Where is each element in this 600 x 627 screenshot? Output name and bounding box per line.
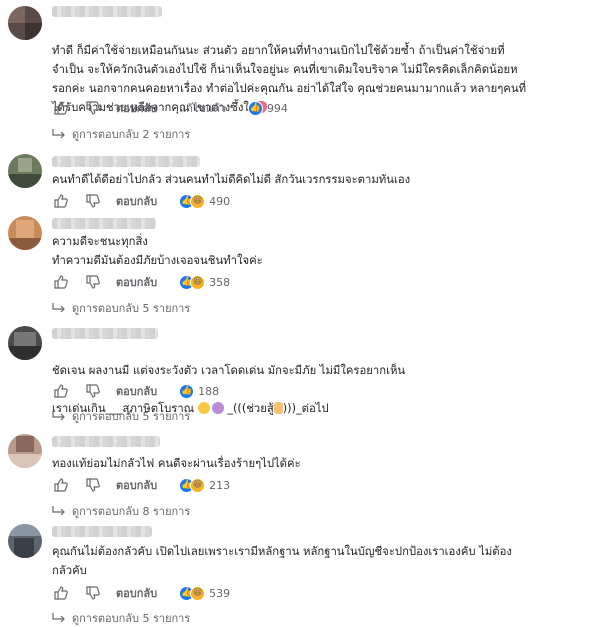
avatar[interactable]	[8, 326, 42, 360]
comment-text: ความดีจะชนะทุกสิ่ง ทำความดีมันต้องมีภัยบ…	[52, 235, 263, 267]
reply-button[interactable]: ตอบกลับ	[116, 382, 157, 400]
blurred-author-name[interactable]	[52, 6, 162, 17]
reaction-summary[interactable]: 👍 😆 358	[179, 274, 231, 290]
reply-arrow-icon	[52, 129, 65, 139]
heart-eyes-emoji-icon	[211, 402, 224, 414]
reply-arrow-icon	[52, 506, 65, 516]
comment-5: ทองแท้ย่อมไม่กลัวไฟ คนดีจะผ่านเรื่องร้าย…	[0, 430, 600, 520]
reply-button[interactable]: ตอบกลับ	[116, 99, 157, 117]
haha-reaction-icon: 😆	[190, 585, 206, 601]
dislike-thumb-icon[interactable]	[84, 382, 102, 400]
victory-hand-emoji-icon	[273, 402, 283, 414]
reaction-summary[interactable]: 👍 😆 490	[179, 193, 231, 209]
comment-text: ทองแท้ย่อมไม่กลัวไฟ คนดีจะผ่านเรื่องร้าย…	[52, 457, 301, 470]
reply-button[interactable]: ตอบกลับ	[116, 584, 157, 602]
view-replies-link[interactable]: ดูการตอบกลับ 5 รายการ	[52, 609, 190, 627]
like-reaction-icon: 👍	[179, 383, 195, 399]
like-thumb-icon[interactable]	[52, 99, 70, 117]
reaction-summary[interactable]: 👍 188	[179, 383, 220, 399]
haha-reaction-icon: 😆	[190, 193, 206, 209]
reaction-summary[interactable]: 👍 😆 539	[179, 585, 231, 601]
dislike-thumb-icon[interactable]	[84, 476, 102, 494]
reply-button[interactable]: ตอบกลับ	[116, 476, 157, 494]
grin-emoji-icon	[197, 402, 210, 414]
comment-actions: ตอบกลับ 👍 188	[52, 382, 219, 400]
reply-arrow-icon	[52, 303, 65, 313]
comment-actions: ตอบกลับ 👍 😆 490	[52, 192, 230, 210]
view-replies-link[interactable]: ดูการตอบกลับ 2 รายการ	[52, 125, 190, 143]
blurred-author-name[interactable]	[52, 218, 156, 229]
reply-button[interactable]: ตอบกลับ	[116, 273, 157, 291]
blurred-author-name[interactable]	[52, 328, 158, 339]
reply-arrow-icon	[52, 411, 65, 421]
comment-actions: ตอบกลับ 👍 😆 539	[52, 584, 230, 602]
comment-actions: ตอบกลับ แก้ไขแล้ว 👍 994	[52, 99, 288, 117]
dislike-thumb-icon[interactable]	[84, 99, 102, 117]
avatar[interactable]	[8, 154, 42, 188]
like-reaction-icon: 👍	[247, 100, 263, 116]
haha-reaction-icon: 😆	[190, 274, 206, 290]
view-replies-link[interactable]: ดูการตอบกลับ 5 รายการ	[52, 407, 190, 425]
avatar[interactable]	[8, 434, 42, 468]
reaction-summary[interactable]: 👍 994	[247, 100, 288, 116]
edited-label: แก้ไขแล้ว	[179, 102, 226, 115]
reaction-count: 490	[209, 194, 231, 208]
blurred-author-name[interactable]	[52, 436, 160, 447]
comment-actions: ตอบกลับ 👍 😆 213	[52, 476, 230, 494]
comment-6: คุณกันไม่ต้องกลัวคับ เปิดไปเลยเพราะเรามี…	[0, 520, 600, 626]
dislike-thumb-icon[interactable]	[84, 584, 102, 602]
reaction-count: 539	[209, 586, 231, 600]
view-replies-link[interactable]: ดูการตอบกลับ 8 รายการ	[52, 502, 190, 520]
reply-arrow-icon	[52, 613, 65, 623]
like-thumb-icon[interactable]	[52, 476, 70, 494]
blurred-author-name[interactable]	[52, 526, 152, 537]
dislike-thumb-icon[interactable]	[84, 192, 102, 210]
reaction-summary[interactable]: 👍 😆 213	[179, 477, 231, 493]
avatar[interactable]	[8, 6, 42, 40]
like-thumb-icon[interactable]	[52, 273, 70, 291]
reply-button[interactable]: ตอบกลับ	[116, 192, 157, 210]
haha-reaction-icon: 😆	[190, 477, 206, 493]
like-thumb-icon[interactable]	[52, 584, 70, 602]
comment-actions: ตอบกลับ 👍 😆 358	[52, 273, 230, 291]
comment-text: คนทำดีได้ดีอย่าไปกลัว ส่วนคนทำไม่ดีคิดไม…	[52, 173, 411, 186]
like-thumb-icon[interactable]	[52, 382, 70, 400]
view-replies-link[interactable]: ดูการตอบกลับ 5 รายการ	[52, 299, 190, 317]
comment-1: ทำดี ก็มีค่าใช้จ่ายเหมือนกันนะ ส่วนตัว อ…	[0, 0, 600, 150]
reaction-count: 188	[198, 384, 220, 398]
dislike-thumb-icon[interactable]	[84, 273, 102, 291]
comment-2: คนทำดีได้ดีอย่าไปกลัว ส่วนคนทำไม่ดีคิดไม…	[0, 150, 600, 212]
reaction-count: 213	[209, 478, 231, 492]
comment-text: คุณกันไม่ต้องกลัวคับ เปิดไปเลยเพราะเรามี…	[52, 545, 512, 577]
avatar[interactable]	[8, 524, 42, 558]
reaction-count: 358	[209, 275, 231, 289]
reaction-count: 994	[266, 101, 288, 115]
avatar[interactable]	[8, 216, 42, 250]
comment-4: ชัดเจน ผลงานมี แต่จงระวังตัว เวลาโดดเด่น…	[0, 322, 600, 430]
blurred-author-name[interactable]	[52, 156, 200, 167]
like-thumb-icon[interactable]	[52, 192, 70, 210]
comment-3: ความดีจะชนะทุกสิ่ง ทำความดีมันต้องมีภัยบ…	[0, 212, 600, 322]
